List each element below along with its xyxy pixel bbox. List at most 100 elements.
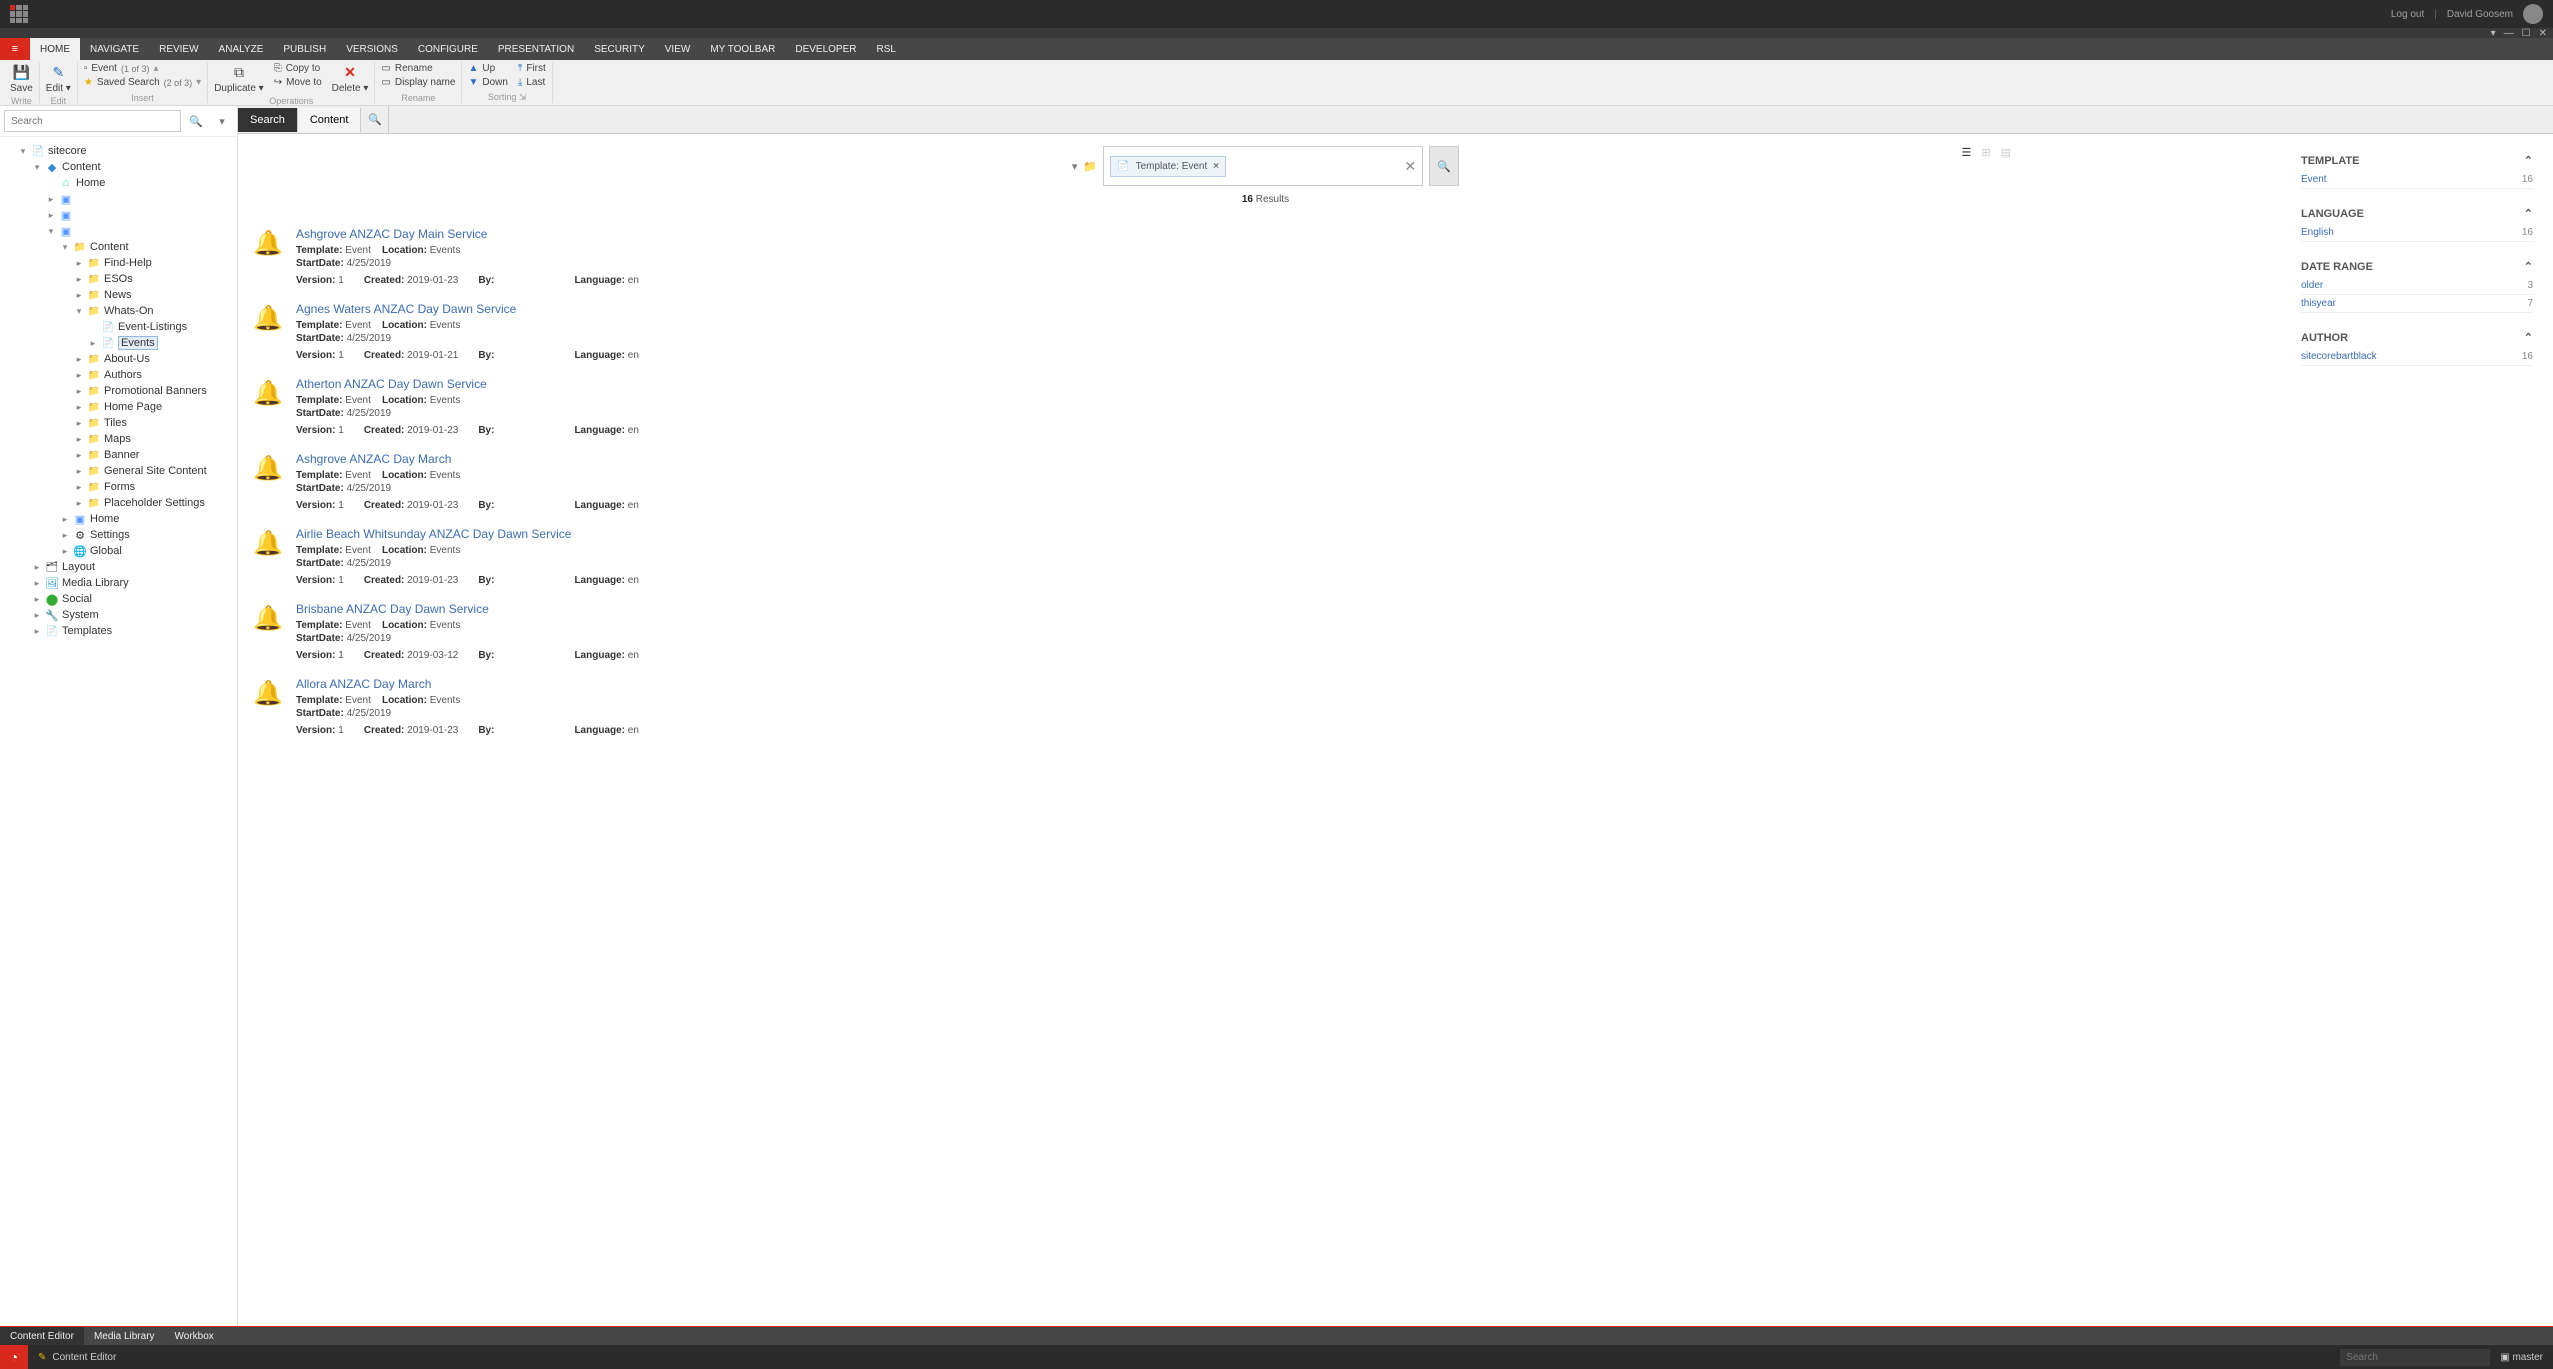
ribbon-tab-rsl[interactable]: RSL: [866, 38, 905, 60]
ribbon-tab-versions[interactable]: VERSIONS: [336, 38, 408, 60]
facet-row[interactable]: older3: [2301, 277, 2533, 295]
facet-row[interactable]: thisyear7: [2301, 295, 2533, 313]
search-result-item[interactable]: Agnes Waters ANZAC Day Dawn Service Temp…: [238, 294, 2293, 369]
tree-node-aboutus[interactable]: ▸About-Us: [74, 351, 233, 367]
result-title[interactable]: Airlie Beach Whitsunday ANZAC Day Dawn S…: [296, 527, 2279, 541]
close-icon[interactable]: ✕: [2539, 28, 2547, 39]
grid-view-icon[interactable]: ⊞: [1979, 144, 1992, 161]
tree-node-whatson[interactable]: ▾Whats-On: [74, 303, 233, 319]
ribbon-tab-publish[interactable]: PUBLISH: [273, 38, 336, 60]
sitecore-logo-icon[interactable]: [0, 1345, 28, 1369]
sort-up-button[interactable]: ▲Up: [466, 62, 509, 75]
tree-node-promo[interactable]: ▸Promotional Banners: [74, 383, 233, 399]
hamburger-icon[interactable]: ≡: [0, 38, 30, 60]
app-launcher-icon[interactable]: [10, 5, 28, 23]
facet-row[interactable]: Event16: [2301, 171, 2533, 189]
tree-node-forms[interactable]: ▸Forms: [74, 479, 233, 495]
avatar[interactable]: [2523, 4, 2543, 24]
minimize-icon[interactable]: —: [2504, 28, 2514, 39]
ribbon-tab-navigate[interactable]: NAVIGATE: [80, 38, 149, 60]
logout-link[interactable]: Log out: [2391, 9, 2424, 20]
insert-event-button[interactable]: ▫ Event (1 of 3) ▴: [82, 62, 203, 75]
tree-node-content-folder[interactable]: ▾Content: [60, 239, 233, 255]
tree-node-settings[interactable]: ▸⚙Settings: [60, 527, 233, 543]
tree-node-esos[interactable]: ▸ESOs: [74, 271, 233, 287]
move-to-button[interactable]: ↪Move to: [272, 76, 324, 89]
facet-row[interactable]: sitecorebartblack16: [2301, 348, 2533, 366]
facet-head-author[interactable]: AUTHOR⌃: [2301, 327, 2533, 348]
edit-button[interactable]: ✎ Edit ▾: [44, 62, 73, 96]
sort-down-button[interactable]: ▼Down: [466, 76, 509, 89]
facet-head-template[interactable]: TEMPLATE⌃: [2301, 150, 2533, 171]
save-button[interactable]: 💾 Save: [8, 62, 35, 96]
result-title[interactable]: Atherton ANZAC Day Dawn Service: [296, 377, 2279, 391]
tree-node-tiles[interactable]: ▸Tiles: [74, 415, 233, 431]
ribbon-tab-presentation[interactable]: PRESENTATION: [488, 38, 584, 60]
chevron-down-icon[interactable]: ▾: [211, 110, 233, 132]
workspace-tab-content-editor[interactable]: Content Editor: [0, 1327, 84, 1345]
workspace-tab-workbox[interactable]: Workbox: [165, 1327, 224, 1345]
tree-node-gen2[interactable]: ▸▣: [46, 207, 233, 223]
facet-head-daterange[interactable]: DATE RANGE⌃: [2301, 256, 2533, 277]
insert-saved-search-button[interactable]: ★ Saved Search (2 of 3) ▾: [82, 76, 203, 89]
folder-scope-icon[interactable]: 📁: [1083, 160, 1097, 173]
workspace-tab-media-library[interactable]: Media Library: [84, 1327, 165, 1345]
detail-view-icon[interactable]: ▤: [1999, 144, 2013, 161]
ribbon-tab-developer[interactable]: DEVELOPER: [785, 38, 866, 60]
copy-to-button[interactable]: ⎘Copy to: [272, 62, 324, 75]
facet-row[interactable]: English16: [2301, 224, 2533, 242]
chip-remove-icon[interactable]: ×: [1213, 161, 1219, 172]
search-icon[interactable]: 🔍: [185, 110, 207, 132]
result-title[interactable]: Brisbane ANZAC Day Dawn Service: [296, 602, 2279, 616]
search-result-item[interactable]: Ashgrove ANZAC Day March Template: Event…: [238, 444, 2293, 519]
sort-last-button[interactable]: ⤓Last: [516, 76, 548, 89]
ribbon-tab-view[interactable]: VIEW: [655, 38, 701, 60]
tree-node-gsc[interactable]: ▸General Site Content: [74, 463, 233, 479]
search-result-item[interactable]: Ashgrove ANZAC Day Main Service Template…: [238, 219, 2293, 294]
status-search-input[interactable]: [2340, 1349, 2490, 1366]
tree-node-banner[interactable]: ▸Banner: [74, 447, 233, 463]
result-title[interactable]: Ashgrove ANZAC Day March: [296, 452, 2279, 466]
chevron-down-icon[interactable]: ▾: [2491, 28, 2496, 39]
content-tree[interactable]: ▾sitecore ▾◆Content ⌂Home ▸▣ ▸▣ ▾▣: [0, 137, 237, 1326]
tree-node-home[interactable]: ⌂Home: [46, 175, 233, 191]
sort-first-button[interactable]: ⤒First: [516, 62, 548, 75]
result-title[interactable]: Ashgrove ANZAC Day Main Service: [296, 227, 2279, 241]
search-result-item[interactable]: Airlie Beach Whitsunday ANZAC Day Dawn S…: [238, 519, 2293, 594]
tree-node-event-listings[interactable]: Event-Listings: [88, 319, 233, 335]
search-result-item[interactable]: Allora ANZAC Day March Template: Event L…: [238, 669, 2293, 744]
search-clear-icon[interactable]: ✕: [1404, 158, 1416, 175]
tree-node-gen3[interactable]: ▾▣: [46, 223, 233, 239]
facet-head-language[interactable]: LANGUAGE⌃: [2301, 203, 2533, 224]
ribbon-tab-analyze[interactable]: ANALYZE: [209, 38, 274, 60]
tree-node-content[interactable]: ▾◆Content: [32, 159, 233, 175]
global-search-input[interactable]: 📄 Template: Event × ✕: [1103, 146, 1423, 186]
result-title[interactable]: Agnes Waters ANZAC Day Dawn Service: [296, 302, 2279, 316]
ribbon-tab-security[interactable]: SECURITY: [584, 38, 655, 60]
tree-node-events[interactable]: ▸Events: [88, 335, 233, 351]
ribbon-tab-my-toolbar[interactable]: MY TOOLBAR: [700, 38, 785, 60]
rename-button[interactable]: ▭Rename: [379, 62, 457, 75]
database-indicator[interactable]: ▣ master: [2500, 1352, 2543, 1363]
ribbon-tab-review[interactable]: REVIEW: [149, 38, 208, 60]
duplicate-button[interactable]: ⧉ Duplicate ▾: [212, 62, 266, 96]
tree-node-templates[interactable]: ▸Templates: [32, 623, 233, 639]
search-result-item[interactable]: Atherton ANZAC Day Dawn Service Template…: [238, 369, 2293, 444]
tree-node-maps[interactable]: ▸Maps: [74, 431, 233, 447]
tree-node-global[interactable]: ▸🌐Global: [60, 543, 233, 559]
tree-node-news[interactable]: ▸News: [74, 287, 233, 303]
tab-content[interactable]: Content: [298, 108, 362, 132]
tree-node-homepage[interactable]: ▸Home Page: [74, 399, 233, 415]
list-view-icon[interactable]: ☰: [1960, 144, 1974, 161]
tree-node-media[interactable]: ▸🖼Media Library: [32, 575, 233, 591]
maximize-icon[interactable]: ☐: [2522, 28, 2531, 39]
filter-dropdown-icon[interactable]: ▾: [1072, 160, 1078, 173]
tree-node-placeholder[interactable]: ▸Placeholder Settings: [74, 495, 233, 511]
tab-search-icon[interactable]: 🔍: [361, 106, 389, 133]
tree-node-gen1[interactable]: ▸▣: [46, 191, 233, 207]
search-result-item[interactable]: Brisbane ANZAC Day Dawn Service Template…: [238, 594, 2293, 669]
tree-node-findhelp[interactable]: ▸Find-Help: [74, 255, 233, 271]
tree-node-authors[interactable]: ▸Authors: [74, 367, 233, 383]
tree-node-home2[interactable]: ▸▣Home: [60, 511, 233, 527]
ribbon-tab-configure[interactable]: CONFIGURE: [408, 38, 488, 60]
